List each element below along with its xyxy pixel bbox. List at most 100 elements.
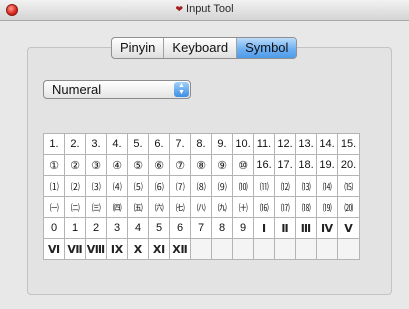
- symbol-cell[interactable]: 5: [149, 218, 170, 239]
- symbol-cell[interactable]: Ⅹ: [128, 239, 149, 260]
- title-bar[interactable]: ❤ Input Tool: [0, 0, 409, 21]
- symbol-cell[interactable]: 1: [65, 218, 86, 239]
- tab-symbol[interactable]: Symbol: [237, 38, 297, 58]
- symbol-cell[interactable]: ⑽: [233, 176, 254, 197]
- symbol-cell[interactable]: ⑦: [170, 155, 191, 176]
- symbol-cell[interactable]: 20.: [338, 155, 360, 176]
- symbol-cell[interactable]: Ⅸ: [107, 239, 128, 260]
- symbol-cell[interactable]: 13.: [296, 134, 317, 155]
- symbol-cell[interactable]: 7.: [170, 134, 191, 155]
- symbol-cell[interactable]: ⑹: [149, 176, 170, 197]
- symbol-cell[interactable]: ⒆: [317, 197, 338, 218]
- symbol-cell[interactable]: ㈠: [44, 197, 65, 218]
- symbol-cell[interactable]: 14.: [317, 134, 338, 155]
- symbol-cell[interactable]: ㈦: [170, 197, 191, 218]
- symbol-cell[interactable]: ⑻: [191, 176, 212, 197]
- symbol-cell[interactable]: ⑸: [128, 176, 149, 197]
- symbol-cell[interactable]: ⒅: [296, 197, 317, 218]
- symbol-cell-empty: [233, 239, 254, 260]
- symbol-cell[interactable]: ⑤: [128, 155, 149, 176]
- symbol-cell[interactable]: Ⅲ: [296, 218, 317, 239]
- symbol-cell-empty: [275, 239, 296, 260]
- symbol-cell[interactable]: Ⅴ: [338, 218, 360, 239]
- symbol-cell[interactable]: ㈧: [191, 197, 212, 218]
- symbol-cell[interactable]: Ⅺ: [149, 239, 170, 260]
- category-select-value: Numeral: [52, 82, 102, 97]
- symbol-cell[interactable]: 6.: [149, 134, 170, 155]
- symbol-cell-empty: [254, 239, 275, 260]
- symbol-cell[interactable]: 8.: [191, 134, 212, 155]
- symbol-cell[interactable]: ㈡: [65, 197, 86, 218]
- symbol-cell[interactable]: 11.: [254, 134, 275, 155]
- symbol-cell[interactable]: 2: [86, 218, 107, 239]
- symbol-cell[interactable]: ⒇: [338, 197, 360, 218]
- tab-keyboard[interactable]: Keyboard: [164, 38, 238, 58]
- symbol-cell[interactable]: 3.: [86, 134, 107, 155]
- symbol-cell-empty: [212, 239, 233, 260]
- symbol-cell[interactable]: Ⅷ: [86, 239, 107, 260]
- symbol-cell[interactable]: ⒀: [296, 176, 317, 197]
- symbol-cell[interactable]: ⑶: [86, 176, 107, 197]
- symbol-cell-empty: [338, 239, 360, 260]
- tab-pinyin[interactable]: Pinyin: [112, 38, 165, 58]
- symbol-cell[interactable]: ㈣: [107, 197, 128, 218]
- symbol-cell[interactable]: ②: [65, 155, 86, 176]
- symbol-cell[interactable]: ⑩: [233, 155, 254, 176]
- window-title-text: Input Tool: [186, 3, 234, 15]
- symbol-cell[interactable]: ⑨: [212, 155, 233, 176]
- symbol-cell[interactable]: Ⅳ: [317, 218, 338, 239]
- symbol-grid: 1. 2. 3. 4. 5. 6. 7. 8. 9. 10. 11. 12. 13. 14. 15. ① ② ③ ④…: [43, 133, 360, 260]
- symbol-cell[interactable]: ㈩: [233, 197, 254, 218]
- symbol-cell[interactable]: ㈤: [128, 197, 149, 218]
- symbol-cell[interactable]: ⒄: [275, 197, 296, 218]
- symbol-cell[interactable]: ⑴: [44, 176, 65, 197]
- symbol-cell-empty: [317, 239, 338, 260]
- symbol-cell[interactable]: 1.: [44, 134, 65, 155]
- symbol-cell[interactable]: 9: [233, 218, 254, 239]
- symbol-cell[interactable]: Ⅻ: [170, 239, 191, 260]
- symbol-cell[interactable]: ⑥: [149, 155, 170, 176]
- symbol-cell[interactable]: 8: [212, 218, 233, 239]
- symbol-cell[interactable]: Ⅵ: [44, 239, 65, 260]
- symbol-cell[interactable]: 3: [107, 218, 128, 239]
- symbol-cell[interactable]: ④: [107, 155, 128, 176]
- symbol-cell[interactable]: ⒃: [254, 197, 275, 218]
- symbol-cell[interactable]: ⑧: [191, 155, 212, 176]
- symbol-cell[interactable]: 2.: [65, 134, 86, 155]
- symbol-cell[interactable]: 4.: [107, 134, 128, 155]
- symbol-cell[interactable]: ㈨: [212, 197, 233, 218]
- symbol-cell[interactable]: 6: [170, 218, 191, 239]
- symbol-cell[interactable]: 0: [44, 218, 65, 239]
- symbol-cell[interactable]: ①: [44, 155, 65, 176]
- symbol-cell[interactable]: ③: [86, 155, 107, 176]
- symbol-cell[interactable]: Ⅶ: [65, 239, 86, 260]
- symbol-cell[interactable]: 12.: [275, 134, 296, 155]
- symbol-cell[interactable]: 15.: [338, 134, 360, 155]
- symbol-cell[interactable]: ⑼: [212, 176, 233, 197]
- symbol-cell[interactable]: 5.: [128, 134, 149, 155]
- symbol-cell[interactable]: ⒂: [338, 176, 360, 197]
- symbol-cell-empty: [296, 239, 317, 260]
- symbol-cell[interactable]: 16.: [254, 155, 275, 176]
- symbol-cell[interactable]: 19.: [317, 155, 338, 176]
- symbol-cell[interactable]: ⑿: [275, 176, 296, 197]
- symbol-cell[interactable]: 18.: [296, 155, 317, 176]
- symbol-cell[interactable]: ⑾: [254, 176, 275, 197]
- symbol-cell[interactable]: ⑷: [107, 176, 128, 197]
- symbol-cell[interactable]: Ⅱ: [275, 218, 296, 239]
- symbol-cell[interactable]: ㈢: [86, 197, 107, 218]
- symbol-cell[interactable]: 9.: [212, 134, 233, 155]
- symbol-cell[interactable]: ⑵: [65, 176, 86, 197]
- symbol-cell[interactable]: ⒁: [317, 176, 338, 197]
- symbol-cell[interactable]: Ⅰ: [254, 218, 275, 239]
- symbol-cell[interactable]: 17.: [275, 155, 296, 176]
- mode-tabs: Pinyin Keyboard Symbol: [111, 37, 298, 59]
- symbol-cell[interactable]: ⑺: [170, 176, 191, 197]
- select-arrows-icon: ▲ ▼: [174, 82, 189, 97]
- symbol-cell-empty: [191, 239, 212, 260]
- symbol-cell[interactable]: 10.: [233, 134, 254, 155]
- category-select[interactable]: Numeral ▲ ▼: [43, 80, 191, 99]
- symbol-cell[interactable]: 4: [128, 218, 149, 239]
- symbol-cell[interactable]: 7: [191, 218, 212, 239]
- symbol-cell[interactable]: ㈥: [149, 197, 170, 218]
